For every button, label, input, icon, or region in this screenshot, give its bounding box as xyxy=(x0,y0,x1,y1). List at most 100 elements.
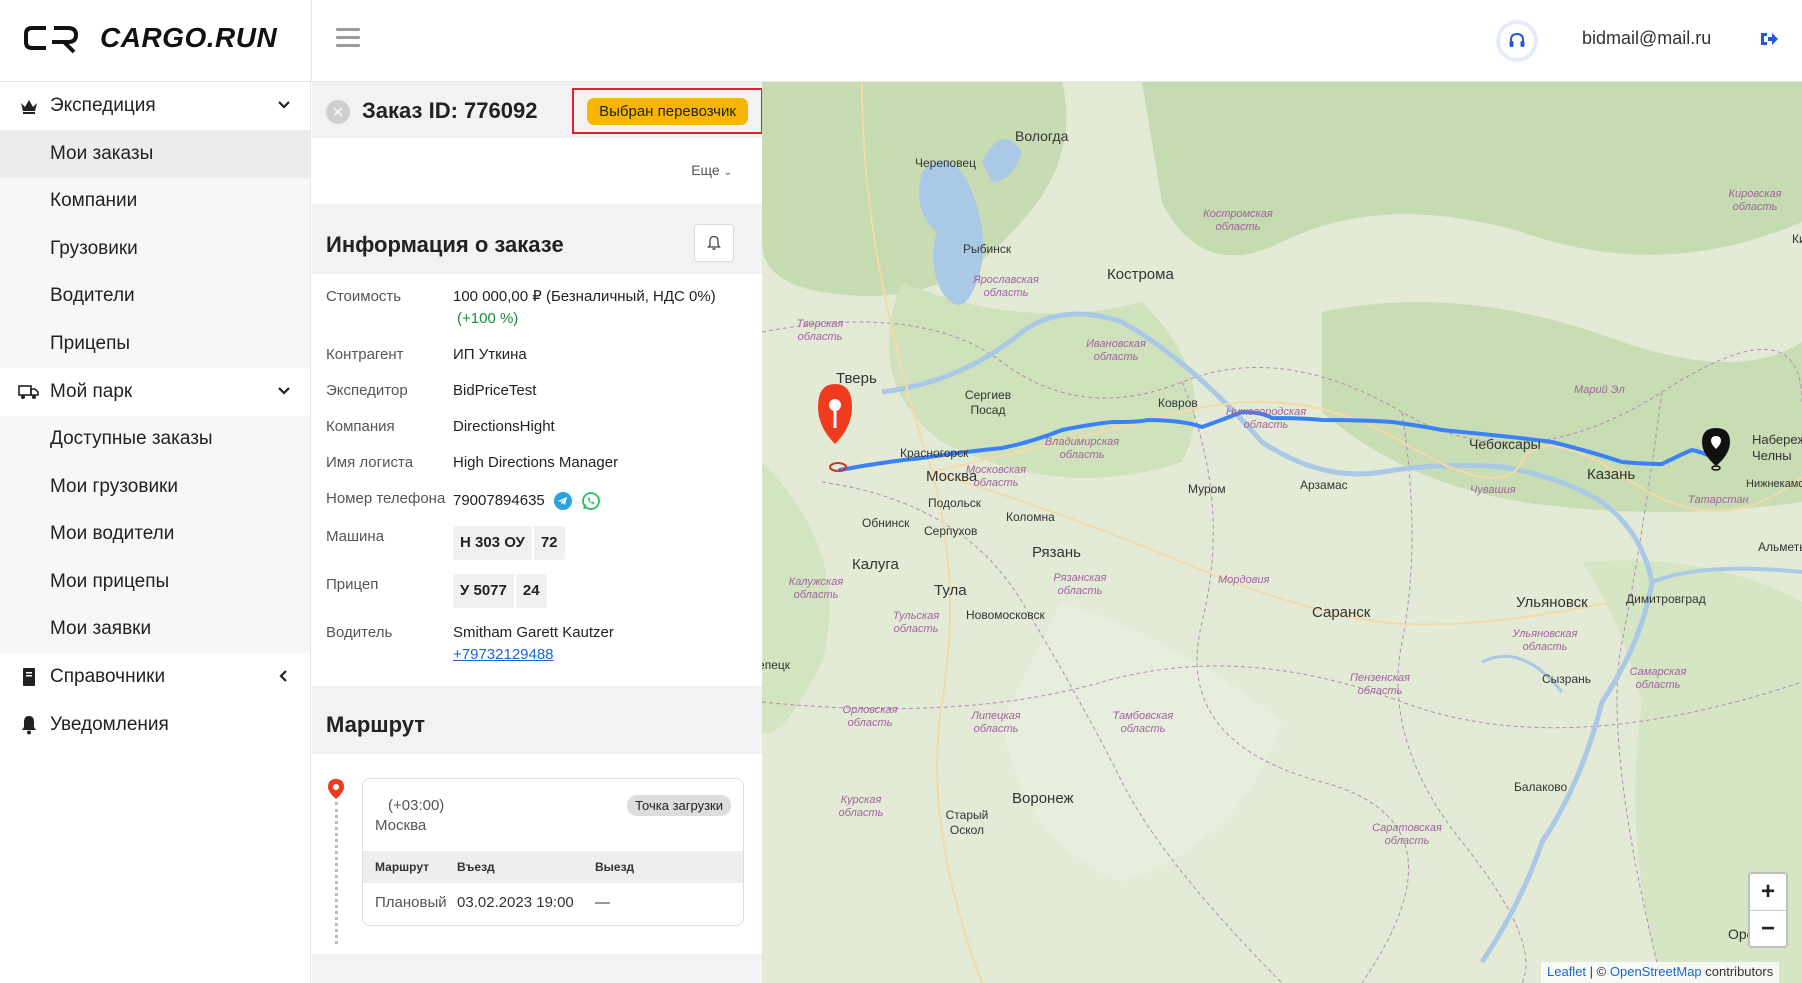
plate-region: 24 xyxy=(513,574,547,608)
map-city-label: Тула xyxy=(934,582,967,599)
info-label: Прицеп xyxy=(326,576,379,593)
map-city-label: Тверь xyxy=(836,370,877,387)
sidebar-item-my-requests[interactable]: Мои заявки xyxy=(0,605,310,653)
stop-timezone: (+03:00) xyxy=(388,797,445,814)
sidebar-item-companies[interactable]: Компании xyxy=(0,177,310,225)
stop-type-tag: Точка загрузки xyxy=(627,795,731,816)
crown-icon xyxy=(18,95,40,117)
sidebar-item-drivers[interactable]: Водители xyxy=(0,272,310,320)
driver-name: Smitham Garett Kautzer xyxy=(453,624,614,641)
user-email[interactable]: bidmail@mail.ru xyxy=(1582,28,1711,49)
zoom-out-button[interactable]: − xyxy=(1750,910,1786,946)
driver-phone-link[interactable]: +79732129488 xyxy=(453,644,748,666)
info-value: ИП Уткина xyxy=(453,346,527,363)
map-city-label: Балаково xyxy=(1514,780,1568,794)
order-title: Заказ ID: 776092 xyxy=(362,98,538,123)
actions-row: Еще ⌄ xyxy=(312,138,762,204)
map-city-label: Красногорск xyxy=(900,446,969,460)
map-city-label: Калуга xyxy=(852,556,899,573)
stop-city: Москва xyxy=(375,817,427,834)
leaflet-link[interactable]: Leaflet xyxy=(1547,964,1586,979)
map-city-label: Киров xyxy=(1792,232,1802,246)
more-dropdown[interactable]: Еще ⌄ xyxy=(691,162,732,178)
zoom-in-button[interactable]: + xyxy=(1750,874,1786,910)
phone-value: 79007894635 xyxy=(453,492,545,509)
sidebar-group-label: Уведомления xyxy=(50,714,169,735)
whatsapp-icon[interactable] xyxy=(581,491,601,511)
info-label: Контрагент xyxy=(326,346,404,363)
info-row-logist: Имя логиста High Directions Manager xyxy=(326,452,748,474)
order-panel: ✕ Заказ ID: 776092 Выбран перевозчик Еще… xyxy=(312,82,762,983)
notify-button[interactable] xyxy=(694,224,734,262)
route-stop-card[interactable]: (+03:00) Москва Точка загрузки Маршрут В… xyxy=(362,778,744,926)
sidebar-group-references[interactable]: Справочники xyxy=(0,653,310,701)
sidebar-item-my-orders[interactable]: Мои заказы xyxy=(0,130,310,178)
stop-table: Маршрут Въезд Выезд Плановый 03.02.2023 … xyxy=(363,851,743,921)
map-region-label: Тамбовская область xyxy=(1112,710,1174,735)
more-label: Еще xyxy=(691,162,720,178)
map-city-label: Альметьевск xyxy=(1758,540,1802,554)
trailer-plate: У 5077 24 xyxy=(453,574,547,608)
osm-link[interactable]: OpenStreetMap xyxy=(1610,964,1702,979)
attribution-tail: contributors xyxy=(1705,964,1774,979)
sidebar-item-available-orders[interactable]: Доступные заказы xyxy=(0,415,310,463)
sidebar-group-notifications[interactable]: Уведомления xyxy=(0,701,310,749)
map-region-label: Рязанская область xyxy=(1053,572,1107,597)
sidebar-item-my-trailers[interactable]: Мои прицепы xyxy=(0,558,310,606)
map-region-label: Пензенская область xyxy=(1350,672,1410,697)
map-city-label: Подольск xyxy=(928,496,981,510)
info-row-trailer: Прицеп У 5077 24 xyxy=(326,574,748,608)
sidebar-group-label: Экспедиция xyxy=(50,95,156,116)
map-city-label: Казань xyxy=(1587,466,1636,483)
telegram-icon[interactable] xyxy=(553,491,573,511)
logo[interactable]: CARGO.RUN xyxy=(24,18,277,58)
map-region-label: Курская область xyxy=(838,794,884,819)
book-icon xyxy=(18,666,40,688)
map-city-label: Ковров xyxy=(1158,396,1198,410)
order-info-card: Информация о заказе Стоимость 100 000,00… xyxy=(312,212,762,686)
sidebar-item-my-drivers[interactable]: Мои водители xyxy=(0,510,310,558)
info-value: Н 303 ОУ 72 xyxy=(453,526,748,560)
info-label: Водитель xyxy=(326,624,393,641)
map-region-label: Липецкая область xyxy=(971,710,1021,735)
info-value: 79007894635 xyxy=(453,488,748,512)
map-region-label: Нижегородская область xyxy=(1225,406,1307,431)
map-region-label: Марий Эл xyxy=(1574,384,1625,396)
chevron-down-icon: ⌄ xyxy=(723,167,732,178)
info-label: Имя логиста xyxy=(326,454,414,471)
info-row-company: Компания DirectionsHight xyxy=(326,416,748,438)
map-attribution: Leaflet | © OpenStreetMap contributors xyxy=(1541,962,1780,983)
column-header: Выезд xyxy=(595,860,635,874)
map-region-label: Саратовская область xyxy=(1372,822,1442,847)
map-region-label: Орловская область xyxy=(842,704,898,729)
sidebar-item-trucks[interactable]: Грузовики xyxy=(0,225,310,273)
info-label: Машина xyxy=(326,528,385,545)
info-value: У 5077 24 xyxy=(453,574,748,608)
sidebar-group-my-fleet[interactable]: Мой парк xyxy=(0,368,310,416)
logout-icon[interactable] xyxy=(1758,28,1780,50)
info-row-driver: Водитель Smitham Garett Kautzer +7973212… xyxy=(326,622,748,666)
map-city-label: Муром xyxy=(1188,482,1226,496)
route-map[interactable]: Вологда Череповец Рыбинск Кострома Тверь… xyxy=(762,82,1802,983)
map-city-label: Коломна xyxy=(1006,510,1055,524)
close-icon[interactable]: ✕ xyxy=(326,100,350,124)
plate-region: 72 xyxy=(531,526,565,560)
map-region-label: Ивановская область xyxy=(1086,338,1146,363)
map-city-label: Кострома xyxy=(1107,266,1174,283)
sidebar-item-trailers[interactable]: Прицепы xyxy=(0,320,310,368)
info-label: Стоимость xyxy=(326,288,402,305)
support-icon[interactable] xyxy=(1500,24,1534,58)
map-region-label: Татарстан xyxy=(1688,494,1749,506)
map-city-label: Ульяновск xyxy=(1516,594,1588,611)
order-info-body: Стоимость 100 000,00 ₽ (Безналичный, НДС… xyxy=(312,274,762,686)
sidebar-group-label: Мой парк xyxy=(50,380,133,402)
chevron-down-icon xyxy=(278,101,290,109)
table-row: Плановый 03.02.2023 19:00 — xyxy=(363,883,743,921)
menu-toggle-icon[interactable] xyxy=(336,28,360,48)
info-value: High Directions Manager xyxy=(453,454,619,471)
logo-mark-icon xyxy=(24,26,79,54)
cost-delta: (+100 %) xyxy=(457,310,519,327)
sidebar-item-my-trucks[interactable]: Мои грузовики xyxy=(0,463,310,511)
map-city-label: Старый Оскол xyxy=(945,808,989,837)
sidebar-group-expedition[interactable]: Экспедиция xyxy=(0,82,310,130)
